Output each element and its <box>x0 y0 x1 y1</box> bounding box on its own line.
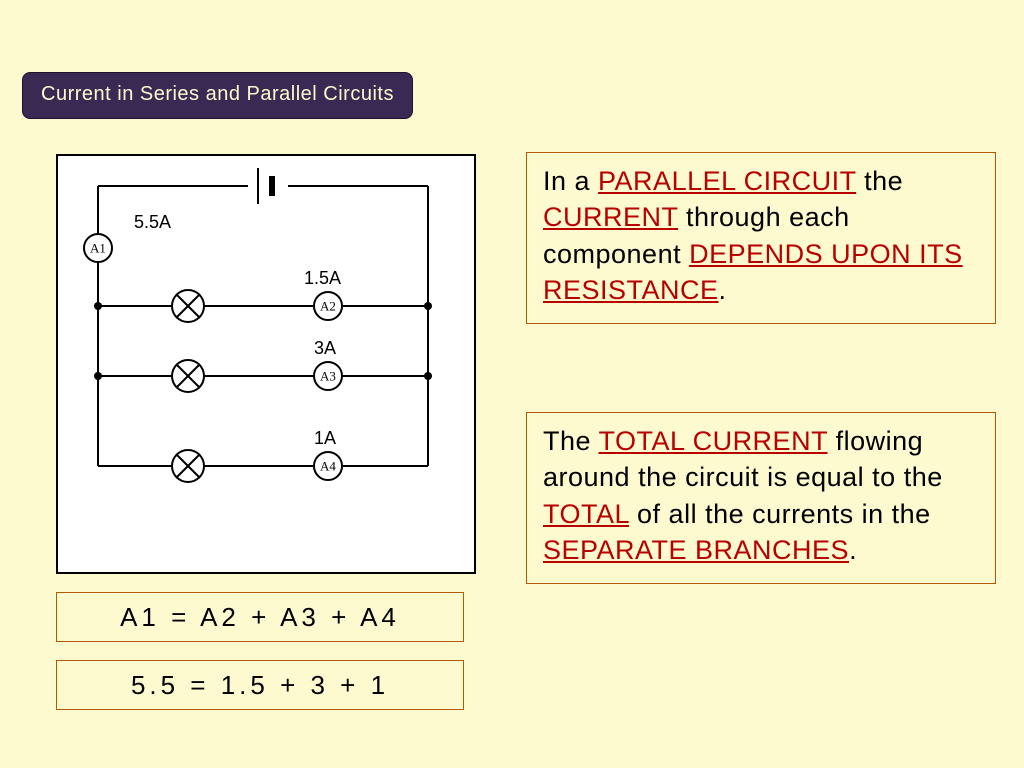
ammeter-a1-id: A1 <box>90 241 106 256</box>
ammeter-a4-id: A4 <box>320 459 336 474</box>
reading-a4: 1A <box>314 428 336 449</box>
explanation-panel-2: The total current flowing around the cir… <box>526 412 996 584</box>
formula-box: A1 = A2 + A3 + A4 <box>56 592 464 642</box>
ammeter-a2-id: A2 <box>320 299 336 314</box>
slide-title: Current in Series and Parallel Circuits <box>22 72 413 119</box>
circuit-svg: A1 A2 A3 A4 <box>58 156 474 572</box>
kw-current: current <box>543 202 678 232</box>
reading-a2: 1.5A <box>304 268 341 289</box>
circuit-diagram: A1 A2 A3 A4 5.5A 1.5A 3A 1A <box>56 154 476 574</box>
kw-parallel-circuit: parallel circuit <box>598 166 856 196</box>
kw-total: total <box>543 499 629 529</box>
ammeter-a3-id: A3 <box>320 369 336 384</box>
formula-text: A1 = A2 + A3 + A4 <box>120 602 400 633</box>
reading-a3: 3A <box>314 338 336 359</box>
calculation-text: 5.5 = 1.5 + 3 + 1 <box>131 670 389 701</box>
kw-total-current: total current <box>599 426 828 456</box>
kw-separate-branches: separate branches <box>543 535 849 565</box>
explanation-panel-1: In a parallel circuit the current throug… <box>526 152 996 324</box>
slide-title-text: Current in Series and Parallel Circuits <box>41 83 394 105</box>
reading-a1: 5.5A <box>134 212 171 233</box>
calculation-box: 5.5 = 1.5 + 3 + 1 <box>56 660 464 710</box>
